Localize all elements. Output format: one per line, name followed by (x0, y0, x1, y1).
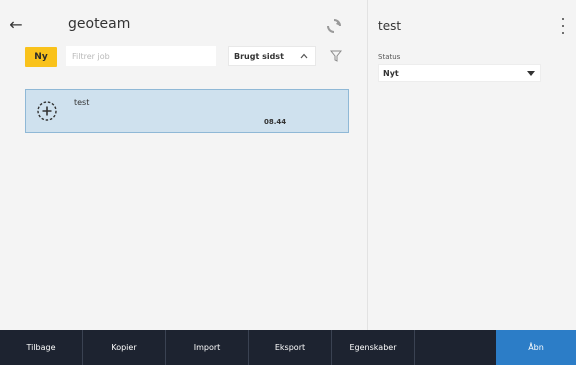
filter-icon[interactable] (330, 50, 342, 62)
status-label: Status (378, 53, 401, 61)
chevron-up-icon (300, 53, 308, 59)
sort-dropdown[interactable]: Brugt sidst (228, 46, 316, 66)
bottom-action-bar: Tilbage Kopier Import Eksport Egenskaber… (0, 330, 576, 365)
detail-title: test (378, 19, 402, 33)
status-dropdown[interactable]: Nyt (378, 64, 541, 82)
sync-icon[interactable] (326, 18, 342, 34)
job-detail-panel: test Status Nyt (368, 0, 576, 330)
back-button[interactable]: Tilbage (0, 330, 83, 365)
new-job-button[interactable]: Ny (25, 47, 57, 67)
properties-button[interactable]: Egenskaber (332, 330, 415, 365)
open-button[interactable]: Åbn (496, 330, 576, 365)
filter-jobs-input[interactable] (66, 46, 216, 66)
kebab-menu-icon[interactable] (560, 18, 566, 34)
caret-down-icon (527, 71, 535, 76)
job-name: test (74, 98, 90, 107)
job-list-panel: ← geoteam Ny Brugt sidst test 08.44 (0, 0, 367, 330)
back-arrow-icon[interactable]: ← (6, 14, 26, 34)
copy-button[interactable]: Kopier (83, 330, 166, 365)
export-button[interactable]: Eksport (249, 330, 332, 365)
status-value: Nyt (383, 68, 399, 78)
sort-label: Brugt sidst (234, 51, 284, 61)
job-time: 08.44 (264, 118, 287, 126)
page-title: geoteam (68, 16, 131, 32)
import-button[interactable]: Import (166, 330, 249, 365)
add-job-icon (37, 101, 57, 121)
job-list-item[interactable]: test 08.44 (25, 89, 349, 133)
empty-slot (415, 330, 496, 365)
